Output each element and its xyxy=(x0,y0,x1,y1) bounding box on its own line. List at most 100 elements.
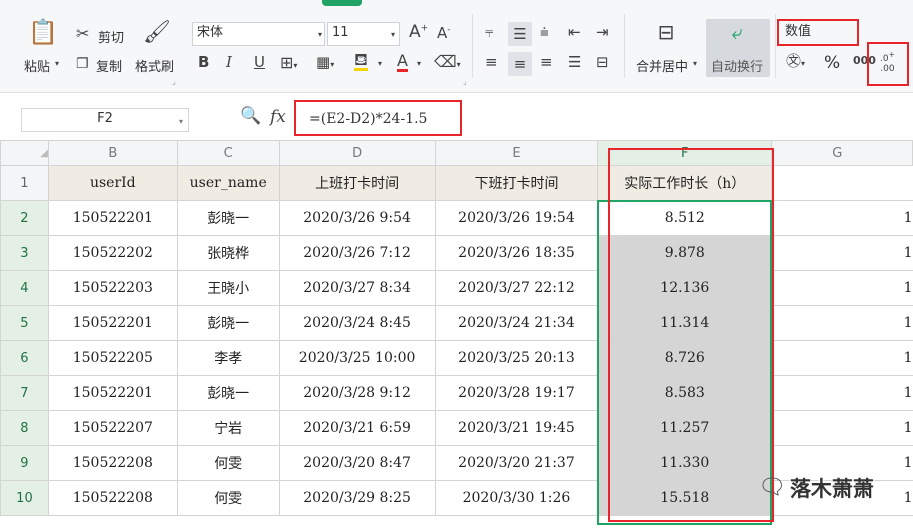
thousands-separator-icon[interactable]: 000 xyxy=(853,55,876,66)
cell[interactable]: 1 xyxy=(771,200,913,236)
cell[interactable]: 彭晓一 xyxy=(176,375,280,411)
wrap-text-icon[interactable]: ⤶ xyxy=(724,22,750,42)
increase-font-icon[interactable]: A+ xyxy=(409,24,428,41)
format-painter-icon[interactable]: 🖌 xyxy=(143,22,171,44)
bold-icon[interactable]: B xyxy=(198,55,209,70)
align-bottom-icon[interactable]: ⩧ xyxy=(540,25,549,40)
cell[interactable]: 2020/3/21 6:59 xyxy=(278,410,436,446)
scissors-icon[interactable]: ✂ xyxy=(76,26,89,42)
number-format-select[interactable]: 数值 xyxy=(781,22,857,44)
header-cell[interactable]: 下班打卡时间 xyxy=(434,165,599,201)
cell[interactable]: 2020/3/26 7:12 xyxy=(278,235,436,271)
cell[interactable]: 150522201 xyxy=(47,200,178,236)
header-cell[interactable]: user_name xyxy=(176,165,280,201)
cell[interactable]: 1 xyxy=(771,410,913,446)
cell[interactable]: 张晓桦 xyxy=(176,235,280,271)
cell[interactable]: 150522203 xyxy=(47,270,178,306)
cell[interactable]: 彭晓一 xyxy=(176,200,280,236)
cell[interactable]: 2020/3/28 9:12 xyxy=(278,375,436,411)
cell[interactable]: 1 xyxy=(771,375,913,411)
formula-input[interactable]: =(E2-D2)*24-1.5 xyxy=(309,111,427,127)
fill-color-icon[interactable]: ⛾ xyxy=(354,52,368,71)
zoom-search-icon[interactable]: 🔍 xyxy=(240,108,261,125)
launcher-icon[interactable]: ⌟ xyxy=(463,78,467,86)
align-middle-icon[interactable]: ☰ xyxy=(508,22,532,46)
column-header-e[interactable]: E xyxy=(434,140,599,166)
cell[interactable]: 150522208 xyxy=(47,445,178,481)
underline-icon[interactable]: U xyxy=(254,55,265,70)
align-left-icon[interactable]: ≡ xyxy=(485,55,498,70)
paste-button[interactable]: 粘贴 xyxy=(24,56,50,75)
font-color-icon[interactable]: A xyxy=(397,53,408,72)
percent-button[interactable]: % xyxy=(824,53,840,73)
borders-icon[interactable]: ⊞▾ xyxy=(280,55,297,71)
cell[interactable]: 2020/3/20 21:37 xyxy=(434,445,599,481)
name-box[interactable]: F2 xyxy=(21,108,189,132)
clear-format-icon[interactable]: ⌫▾ xyxy=(434,54,461,70)
font-color-dropdown-icon[interactable]: ▾ xyxy=(417,60,421,68)
cell[interactable]: 2020/3/29 8:25 xyxy=(278,480,436,516)
align-right-icon[interactable]: ≡ xyxy=(540,55,553,70)
cell[interactable]: 1 xyxy=(771,235,913,271)
cell[interactable]: 2020/3/27 22:12 xyxy=(434,270,599,306)
cell[interactable]: 彭晓一 xyxy=(176,305,280,341)
font-name-dropdown-icon[interactable]: ▾ xyxy=(318,31,322,39)
column-header-g[interactable]: G xyxy=(771,140,913,166)
row-header[interactable]: 2 xyxy=(0,200,49,236)
copy-button[interactable]: 复制 xyxy=(96,56,122,75)
merge-center-icon[interactable]: ⊟ xyxy=(653,22,679,46)
cell[interactable]: 2020/3/21 19:45 xyxy=(434,410,599,446)
cell[interactable]: 何雯 xyxy=(176,445,280,481)
header-cell[interactable]: 实际工作时长（h） xyxy=(597,165,773,201)
merge-center-button[interactable]: 合并居中 xyxy=(636,56,688,75)
name-box-dropdown-icon[interactable]: ▾ xyxy=(179,118,183,126)
row-header[interactable]: 5 xyxy=(0,305,49,341)
column-header-c[interactable]: C xyxy=(176,140,280,166)
cell[interactable]: 2020/3/24 21:34 xyxy=(434,305,599,341)
row-header[interactable]: 4 xyxy=(0,270,49,306)
paste-dropdown-icon[interactable]: ▾ xyxy=(55,60,59,68)
font-name-select[interactable]: 宋体 xyxy=(192,22,325,46)
decrease-font-icon[interactable]: A- xyxy=(437,26,451,41)
paste-icon[interactable]: 📋 xyxy=(28,20,58,50)
column-header-d[interactable]: D xyxy=(278,140,436,166)
increase-indent-icon[interactable]: ⇥ xyxy=(596,25,609,40)
align-top-icon[interactable]: ⫧ xyxy=(485,25,493,40)
distributed-icon[interactable]: ⊟ xyxy=(596,55,609,70)
select-all-corner[interactable]: ◢ xyxy=(0,140,49,166)
cell[interactable]: 2020/3/30 1:26 xyxy=(434,480,599,516)
cell[interactable]: 150522201 xyxy=(47,375,178,411)
row-header[interactable]: 6 xyxy=(0,340,49,376)
column-header-f[interactable]: F xyxy=(597,140,773,166)
cell[interactable]: 1 xyxy=(771,305,913,341)
cell[interactable]: 2020/3/25 10:00 xyxy=(278,340,436,376)
launcher-icon[interactable]: ⌟ xyxy=(172,78,176,86)
fx-label[interactable]: fx xyxy=(270,107,286,127)
cell[interactable]: 1 xyxy=(771,270,913,306)
row-header[interactable]: 1 xyxy=(0,165,49,201)
cell[interactable]: 2020/3/24 8:45 xyxy=(278,305,436,341)
cell[interactable]: 150522208 xyxy=(47,480,178,516)
cut-button[interactable]: 剪切 xyxy=(98,27,124,46)
font-size-select[interactable]: 11 xyxy=(327,22,400,46)
cell[interactable]: 李孝 xyxy=(176,340,280,376)
font-size-dropdown-icon[interactable]: ▾ xyxy=(391,31,395,39)
row-header[interactable]: 7 xyxy=(0,375,49,411)
cell[interactable]: 2020/3/26 19:54 xyxy=(434,200,599,236)
increase-decimal-icon[interactable]: .0+ .00 xyxy=(880,50,895,74)
cell[interactable]: 宁岩 xyxy=(176,410,280,446)
fill-color-dropdown-icon[interactable]: ▾ xyxy=(378,60,382,68)
cell[interactable]: 王晓小 xyxy=(176,270,280,306)
cell[interactable]: 2020/3/25 20:13 xyxy=(434,340,599,376)
cell[interactable]: 2020/3/28 19:17 xyxy=(434,375,599,411)
justify-icon[interactable]: ☰ xyxy=(568,55,581,70)
wrap-text-button[interactable]: 自动换行 xyxy=(711,56,763,75)
cell[interactable]: 150522207 xyxy=(47,410,178,446)
row-header[interactable]: 3 xyxy=(0,235,49,271)
header-cell[interactable]: 上班打卡时间 xyxy=(278,165,436,201)
cell[interactable]: 150522201 xyxy=(47,305,178,341)
cell[interactable]: 2020/3/26 18:35 xyxy=(434,235,599,271)
row-header[interactable]: 9 xyxy=(0,445,49,481)
cell[interactable]: 2020/3/20 8:47 xyxy=(278,445,436,481)
italic-icon[interactable]: I xyxy=(226,55,232,70)
